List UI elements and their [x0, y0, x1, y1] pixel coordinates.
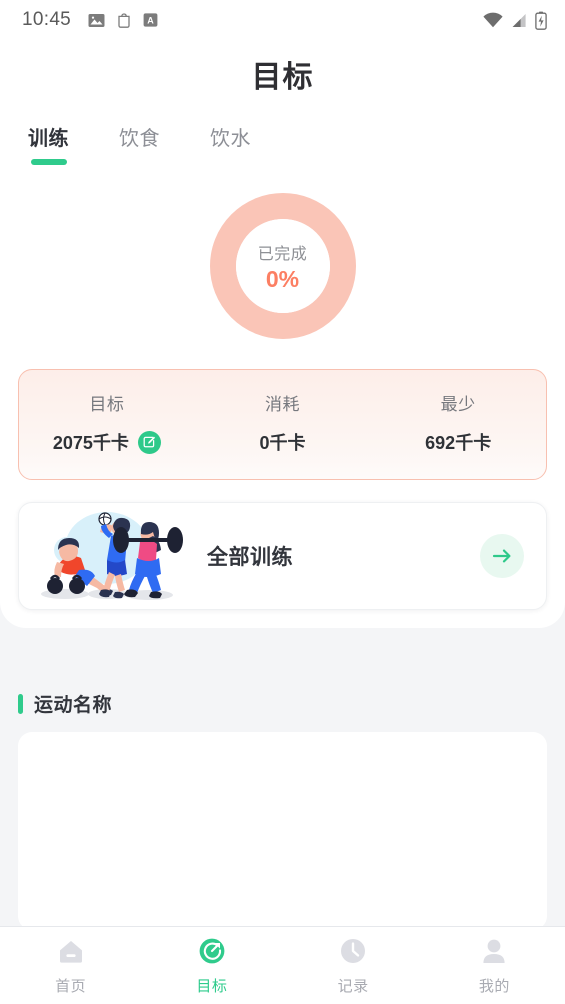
- nav-item-home-label: 首页: [55, 977, 87, 995]
- tab-bar: 训练 饮食 饮水: [0, 96, 565, 165]
- progress-ring: 已完成 0%: [209, 193, 356, 339]
- nav-item-profile[interactable]: 我的: [424, 936, 565, 996]
- nav-item-goal-label: 目标: [196, 977, 228, 995]
- app-screen: 10:45 A 目标 训练 饮食 饮水 已完成 0% 目标 2075千卡 消耗 …: [0, 0, 565, 1004]
- edit-pencil-icon: [143, 436, 156, 448]
- stat-consumed: 消耗 0千卡: [195, 390, 371, 455]
- progress-ring-value: 0%: [265, 265, 300, 292]
- section-accent-bar: [18, 693, 23, 714]
- exercise-list-card[interactable]: [18, 732, 547, 930]
- image-icon: [88, 13, 105, 27]
- nav-item-record[interactable]: 记录: [283, 936, 424, 996]
- tab-training-label: 训练: [28, 128, 69, 150]
- stat-goal-value-row: 2075千卡: [53, 429, 161, 455]
- all-training-card[interactable]: 全部训练: [18, 502, 547, 610]
- stat-goal: 目标 2075千卡: [19, 390, 195, 455]
- all-training-title: 全部训练: [207, 546, 293, 569]
- status-right-icons: [482, 11, 547, 30]
- bottom-navigation: 首页 目标 记录 我的: [0, 926, 565, 1004]
- calorie-stats-card: 目标 2075千卡 消耗 0千卡 最少 692千卡: [18, 369, 547, 480]
- status-left-icons: A: [88, 12, 158, 29]
- nav-item-goal[interactable]: 目标: [141, 936, 282, 996]
- nav-item-record-label: 记录: [337, 977, 369, 995]
- svg-text:A: A: [147, 15, 154, 25]
- status-time: 10:45: [22, 9, 72, 30]
- stat-goal-label: 目标: [89, 395, 125, 414]
- target-icon: [199, 938, 225, 963]
- clock-icon: [341, 938, 366, 963]
- progress-ring-label: 已完成: [257, 245, 308, 263]
- stat-goal-value: 2075千卡: [52, 433, 129, 453]
- arrow-right-icon: [492, 549, 511, 563]
- cellular-signal-icon: [512, 13, 526, 27]
- nav-item-home[interactable]: 首页: [0, 936, 141, 996]
- tab-water[interactable]: 饮水: [210, 122, 251, 165]
- stat-minimum: 最少 692千卡: [370, 390, 546, 455]
- clipboard-icon: [118, 12, 130, 28]
- exercise-name-section: 运动名称: [0, 664, 565, 930]
- fitness-illustration: [41, 512, 183, 600]
- tab-diet-label: 饮食: [119, 128, 160, 150]
- home-icon: [59, 940, 82, 963]
- tab-diet[interactable]: 饮食: [119, 122, 160, 165]
- page-title: 目标: [251, 61, 314, 94]
- nav-item-profile-label: 我的: [478, 977, 510, 995]
- person-icon: [483, 939, 505, 963]
- progress-ring-section: 已完成 0%: [0, 193, 565, 339]
- tab-training[interactable]: 训练: [28, 122, 69, 165]
- tab-water-label: 饮水: [210, 128, 251, 150]
- stat-consumed-value: 0千卡: [259, 433, 306, 453]
- status-bar: 10:45 A: [0, 0, 565, 40]
- exercise-name-heading: 运动名称: [0, 664, 565, 717]
- stat-minimum-value: 692千卡: [425, 433, 492, 453]
- stat-consumed-value-row: 0千卡: [260, 429, 306, 455]
- content-sheet: 目标 训练 饮食 饮水 已完成 0% 目标 2075千卡 消耗 0千卡 最少 6…: [0, 40, 565, 628]
- progress-ring-center: 已完成 0%: [235, 219, 330, 313]
- battery-charging-icon: [535, 11, 547, 30]
- wifi-icon: [483, 12, 503, 28]
- app-badge-icon: A: [143, 13, 158, 27]
- all-training-arrow-button[interactable]: [480, 534, 524, 578]
- stat-minimum-label: 最少: [440, 395, 476, 414]
- exercise-name-title: 运动名称: [34, 695, 113, 716]
- stat-consumed-label: 消耗: [265, 395, 300, 414]
- stat-minimum-value-row: 692千卡: [425, 429, 491, 455]
- edit-goal-button[interactable]: [137, 430, 161, 454]
